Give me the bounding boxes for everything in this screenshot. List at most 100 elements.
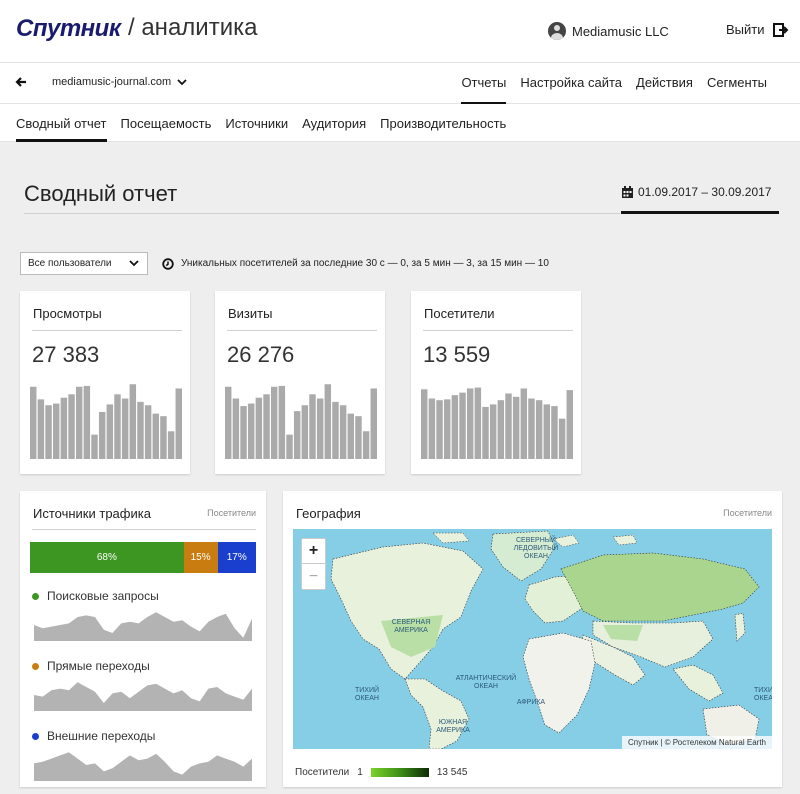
bar[interactable] [45,405,52,459]
bar[interactable] [30,386,37,459]
subtab-audience[interactable]: Аудитория [302,104,366,142]
bar[interactable] [225,386,232,459]
bar[interactable] [91,434,98,459]
segment-select[interactable]: Все пользователи [20,252,148,275]
bar[interactable] [152,413,160,459]
traffic-sources-card: Источники трафика Посетители 68% 15% 17%… [20,491,266,787]
bar[interactable] [474,387,482,459]
bar[interactable] [144,405,152,459]
metric-card-pageviews[interactable]: Просмотры 27 383 [20,291,190,474]
bar[interactable] [98,411,106,459]
bar[interactable] [362,431,370,459]
bar[interactable] [301,405,309,459]
bar[interactable] [355,416,362,459]
bar[interactable] [37,399,45,459]
subtab-performance[interactable]: Производительность [380,104,506,142]
metric-card-visits[interactable]: Визиты 26 276 [215,291,385,474]
bar[interactable] [309,394,316,459]
source-search[interactable]: Поисковые запросы [32,589,159,603]
bar[interactable] [60,397,68,459]
bar[interactable] [436,400,443,459]
bar[interactable] [316,398,324,459]
bar[interactable] [451,395,459,459]
subtab-traffic[interactable]: Посещаемость [121,104,212,142]
source-referral[interactable]: Внешние переходы [32,729,155,743]
bar[interactable] [528,398,535,459]
map-label-africa: АФРИКА [516,699,546,706]
bar[interactable] [347,413,355,459]
bar[interactable] [270,386,278,459]
date-range-picker[interactable]: 01.09.2017 – 30.09.2017 [621,185,771,199]
account-menu[interactable]: Mediamusic LLC [548,22,669,40]
bar[interactable] [68,394,75,459]
logout-icon [772,22,788,37]
bar[interactable] [263,394,270,459]
bar[interactable] [543,404,551,459]
bar[interactable] [443,399,451,459]
zoom-in-button[interactable]: + [302,539,325,564]
bar[interactable] [566,390,573,459]
bar[interactable] [535,400,543,459]
tab-site-settings[interactable]: Настройка сайта [513,63,629,105]
bar[interactable] [129,384,137,459]
bar[interactable] [520,388,528,459]
bar[interactable] [286,434,293,459]
bar[interactable] [558,418,566,459]
bar[interactable] [482,406,489,459]
world-map[interactable]: СЕВЕРНЫЙ ЛЕДОВИТЫЙ ОКЕАН СЕВЕРНАЯ АМЕРИК… [293,529,772,749]
bar[interactable] [339,405,347,459]
bar[interactable] [121,398,129,459]
bar[interactable] [137,401,144,459]
bar[interactable] [83,385,91,459]
search-sparkline [34,612,252,641]
bar[interactable] [324,384,332,459]
bar[interactable] [489,404,497,459]
bar[interactable] [551,406,558,459]
bar[interactable] [459,392,466,459]
bar[interactable] [175,388,182,459]
bar[interactable] [512,396,520,459]
site-select[interactable]: mediamusic-journal.com [52,76,187,88]
bar[interactable] [247,403,255,459]
share-segment-search[interactable]: 68% [30,542,184,573]
bar[interactable] [332,401,339,459]
source-label: Внешние переходы [47,729,156,743]
bar[interactable] [106,404,114,459]
bar[interactable] [428,398,436,459]
tab-segments[interactable]: Сегменты [700,63,774,105]
tab-reports[interactable]: Отчеты [454,63,513,105]
bar[interactable] [114,394,121,459]
bar[interactable] [466,388,474,459]
bar[interactable] [75,386,83,459]
bar[interactable] [497,400,505,459]
logo[interactable]: Спутник [16,15,121,43]
card-metric-label: Посетители [723,508,772,518]
bar[interactable] [293,411,301,459]
bar[interactable] [505,393,512,459]
bar[interactable] [232,398,240,459]
subtab-summary[interactable]: Сводный отчет [16,104,107,142]
geography-card: География Посетители СЕВЕРНЫЙ ЛЕДОВИТЫЙ … [283,491,782,787]
bar[interactable] [370,388,377,459]
bar[interactable] [167,431,175,459]
back-arrow-icon[interactable] [14,75,28,89]
metric-card-visitors[interactable]: Посетители 13 559 [411,291,581,474]
tab-actions[interactable]: Действия [629,63,700,105]
share-segment-direct[interactable]: 15% [183,542,218,573]
logout-button[interactable]: Выйти [726,22,789,37]
subtab-sources[interactable]: Источники [225,104,288,142]
bar[interactable] [255,397,263,459]
share-segment-referral[interactable]: 17% [217,542,256,573]
bar[interactable] [52,403,60,459]
bar[interactable] [240,406,247,459]
bar[interactable] [421,389,428,459]
map-zoom-control: + − [301,538,326,590]
map-label-pacific-east: ТИХИЙ ОКЕАН [753,687,772,702]
bar[interactable] [160,416,167,459]
map-attribution[interactable]: Спутник | © Ростелеком Natural Earth [621,736,772,749]
source-direct[interactable]: Прямые переходы [32,659,150,673]
zoom-out-button[interactable]: − [302,564,325,589]
bar[interactable] [278,385,286,459]
map-color-legend: Посетители 1 13 545 [295,767,467,778]
metric-title: Посетители [424,306,495,321]
